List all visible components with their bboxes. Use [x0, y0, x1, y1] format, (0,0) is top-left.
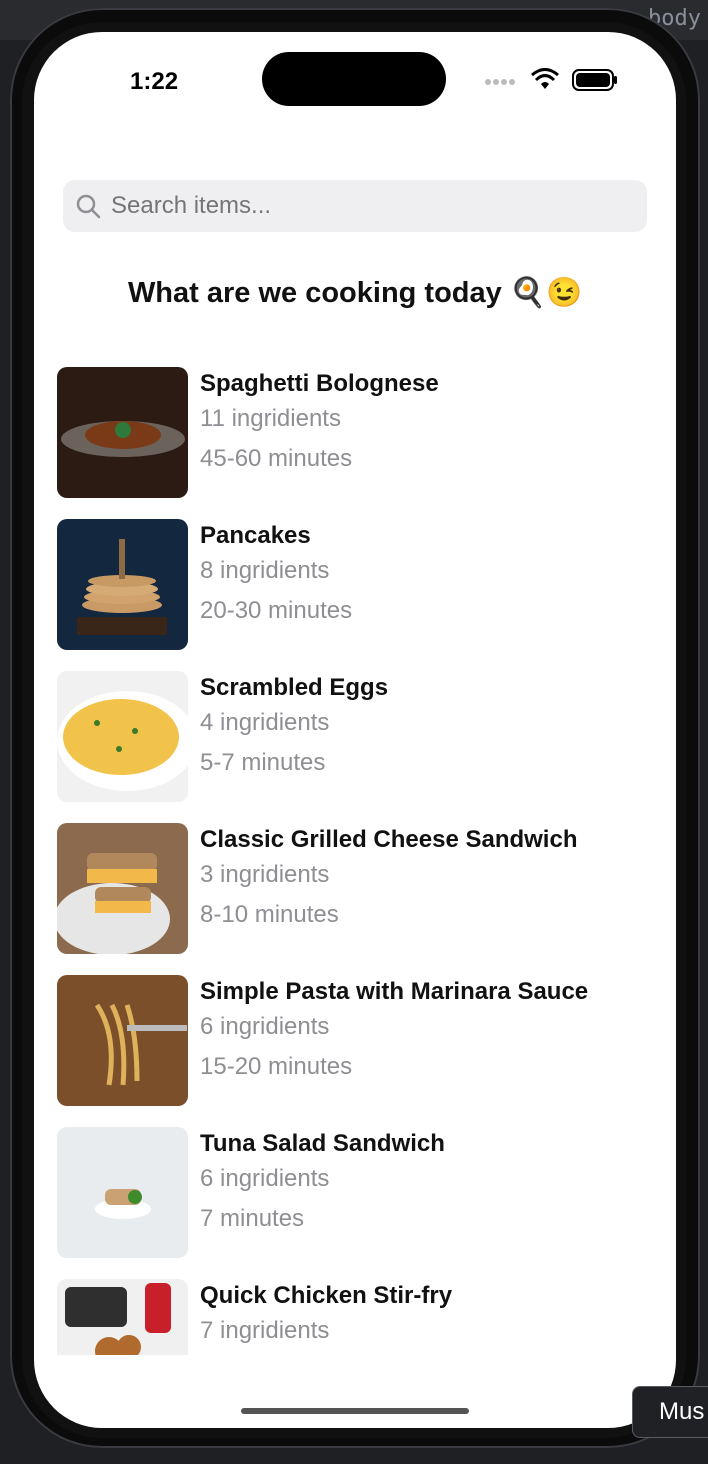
- recipe-image-stir-fry: [57, 1279, 188, 1355]
- recipe-name: Quick Chicken Stir-fry: [200, 1282, 453, 1309]
- recipe-image-spaghetti: [57, 367, 188, 498]
- recipe-ingredients: 6 ingridients: [200, 1013, 330, 1040]
- list-item[interactable]: Classic Grilled Cheese Sandwich 3 ingrid…: [57, 823, 657, 975]
- battery-icon: [572, 69, 618, 96]
- search-bar[interactable]: [63, 180, 647, 232]
- dynamic-island: [262, 52, 446, 106]
- recipe-name: Tuna Salad Sandwich: [200, 1130, 445, 1157]
- recipe-time: 45-60 minutes: [200, 445, 353, 472]
- recipe-image-pasta: [57, 975, 188, 1106]
- recipe-ingredients: 3 ingridients: [200, 861, 330, 888]
- page-title: What are we cooking today 🍳😉: [127, 277, 583, 309]
- search-input[interactable]: [109, 191, 633, 221]
- list-item[interactable]: Simple Pasta with Marinara Sauce 6 ingri…: [57, 975, 657, 1127]
- list-item[interactable]: Spaghetti Bolognese 11 ingridients 45-60…: [57, 367, 657, 519]
- status-icons: [484, 68, 618, 97]
- recipe-time: 7 minutes: [200, 1205, 305, 1232]
- signal-icon: [484, 74, 518, 92]
- ide-tooltip: Mus: [632, 1386, 708, 1438]
- wifi-icon: [530, 68, 560, 97]
- recipe-time: 20-30 minutes: [200, 597, 353, 624]
- list-item[interactable]: Tuna Salad Sandwich 6 ingridients 7 minu…: [57, 1127, 657, 1279]
- recipe-image-eggs: [57, 671, 188, 802]
- list-item[interactable]: Pancakes 8 ingridients 20-30 minutes: [57, 519, 657, 671]
- recipe-time: 15-20 minutes: [200, 1053, 353, 1080]
- recipe-ingredients: 8 ingridients: [200, 557, 330, 584]
- recipe-ingredients: 7 ingridients: [200, 1317, 330, 1344]
- recipe-ingredients: 4 ingridients: [200, 709, 330, 736]
- recipe-name: Scrambled Eggs: [200, 674, 389, 701]
- status-time: 1:22: [130, 68, 179, 95]
- recipe-image-grilled-cheese: [57, 823, 188, 954]
- list-item[interactable]: Quick Chicken Stir-fry 7 ingridients: [57, 1279, 657, 1355]
- recipe-image-pancakes: [57, 519, 188, 650]
- recipe-time: 8-10 minutes: [200, 901, 339, 928]
- app-screen: 1:22 What are we cooking today 🍳😉 Spaghe…: [34, 32, 676, 1428]
- list-item[interactable]: Scrambled Eggs 4 ingridients 5-7 minutes: [57, 671, 657, 823]
- recipe-ingredients: 6 ingridients: [200, 1165, 330, 1192]
- recipe-list[interactable]: Spaghetti Bolognese 11 ingridients 45-60…: [57, 367, 657, 1355]
- recipe-ingredients: 11 ingridients: [200, 405, 341, 432]
- recipe-name: Simple Pasta with Marinara Sauce: [200, 978, 589, 1005]
- search-icon: [75, 193, 101, 219]
- recipe-image-tuna-sandwich: [57, 1127, 188, 1258]
- recipe-name: Classic Grilled Cheese Sandwich: [200, 826, 578, 853]
- recipe-name: Pancakes: [200, 522, 311, 549]
- recipe-time: 5-7 minutes: [200, 749, 326, 776]
- recipe-name: Spaghetti Bolognese: [200, 370, 439, 397]
- home-indicator[interactable]: [241, 1408, 469, 1414]
